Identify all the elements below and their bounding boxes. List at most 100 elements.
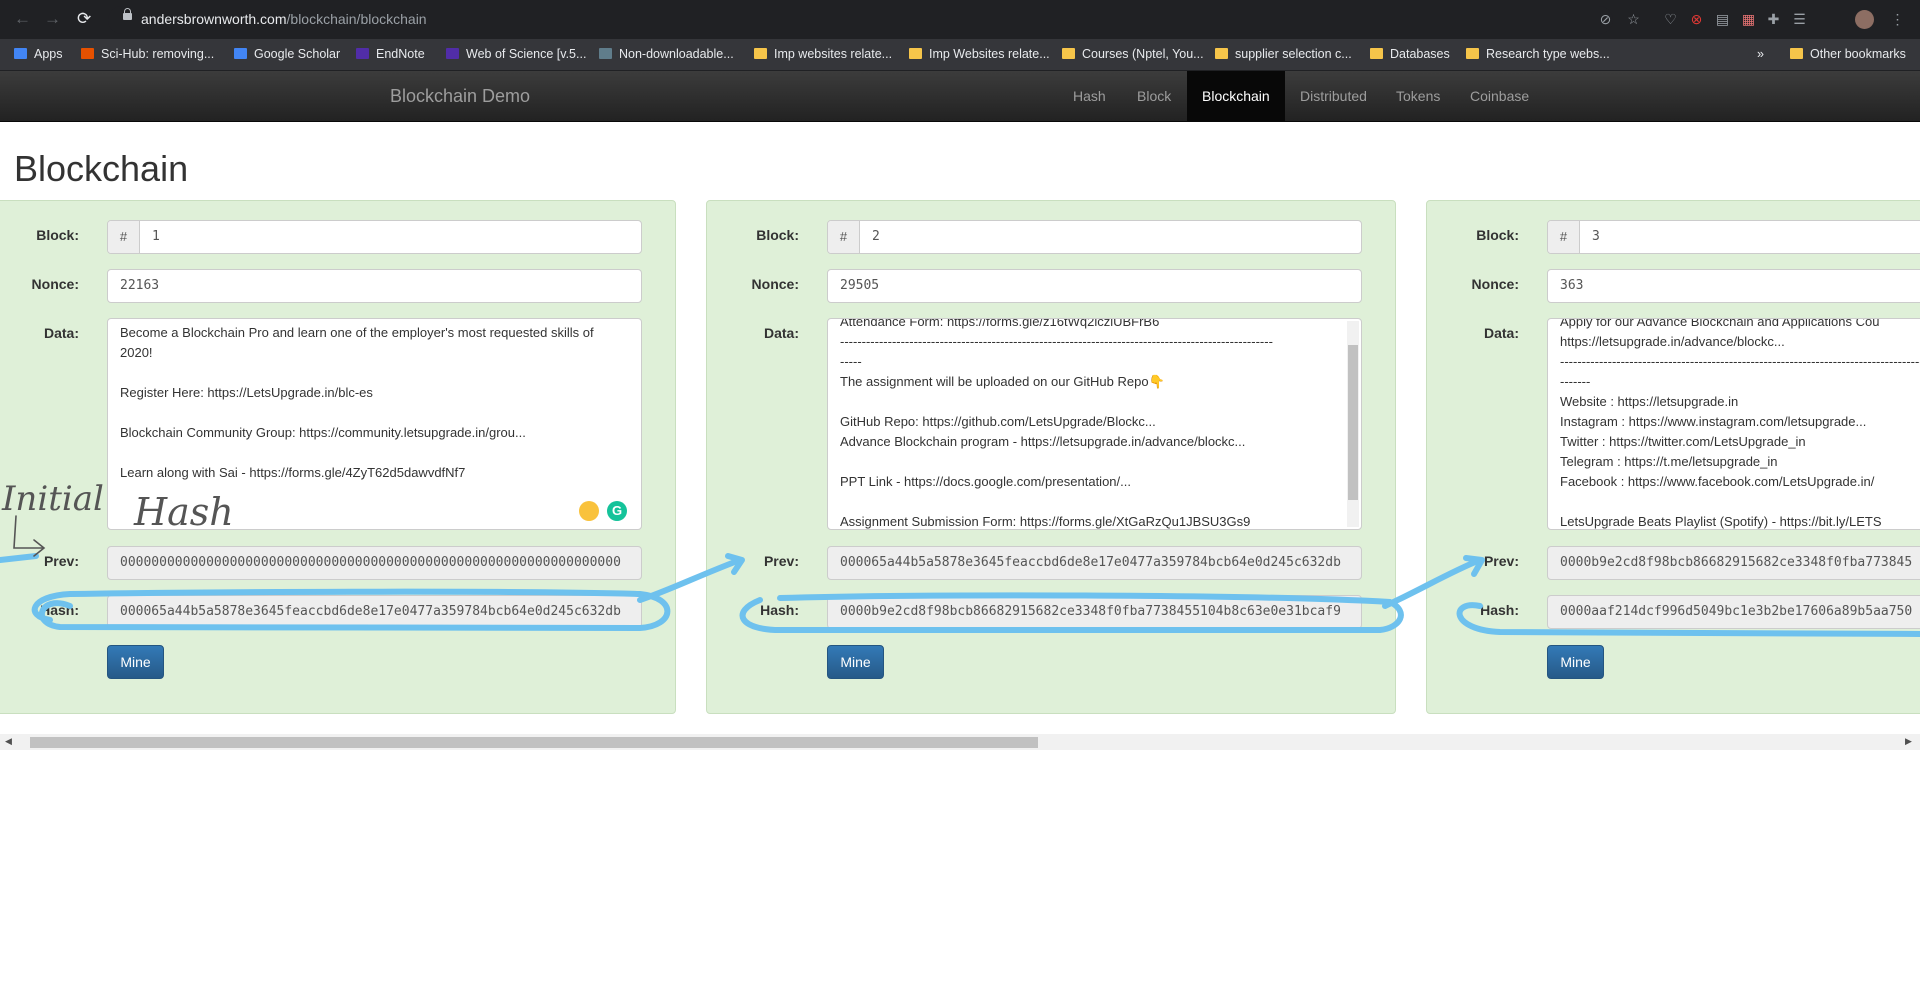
adblock-icon[interactable]: ⊗	[1688, 11, 1705, 28]
back-icon[interactable]: ←	[14, 9, 31, 29]
data-line: -----	[840, 354, 862, 369]
prev-label: Prev:	[1483, 553, 1519, 569]
folder-icon	[754, 48, 767, 59]
nav-distributed[interactable]: Distributed	[1285, 71, 1382, 121]
bookmark-imp-websites-1[interactable]: Imp websites relate...	[754, 47, 892, 61]
bookmark-label: Google Scholar	[254, 47, 341, 61]
horizontal-scrollbar[interactable]: ◀ ▶	[0, 734, 1920, 750]
bookmark-other[interactable]: Other bookmarks	[1790, 47, 1906, 61]
nav-hash[interactable]: Hash	[1058, 71, 1121, 121]
hash-label: Hash:	[760, 602, 799, 618]
hash-label: Hash:	[40, 602, 79, 618]
nonce-label: Nonce:	[1471, 276, 1519, 292]
grammarly-icon[interactable]: G	[607, 501, 627, 521]
scrollbar-thumb[interactable]	[30, 737, 1038, 748]
textarea-scrollbar[interactable]	[1347, 321, 1359, 527]
bookmark-supplier[interactable]: supplier selection c...	[1215, 47, 1352, 61]
page-icon	[599, 48, 612, 59]
url-domain: andersbrownworth.com	[141, 11, 287, 27]
kebab-menu-icon[interactable]: ⋮	[1889, 11, 1906, 28]
document-icon[interactable]: ▤	[1714, 11, 1731, 28]
bookmark-scholar[interactable]: Google Scholar	[234, 47, 340, 61]
hash-sign-addon: #	[108, 221, 140, 253]
mine-button[interactable]: Mine	[1547, 645, 1604, 679]
menu-list-icon[interactable]: ☰	[1791, 11, 1808, 28]
folder-icon	[1790, 48, 1803, 59]
nonce-input[interactable]: 29505	[827, 269, 1362, 303]
nav-block[interactable]: Block	[1122, 71, 1186, 121]
data-textarea[interactable]: Apply for our Advance Blockchain and App…	[1547, 318, 1920, 530]
hash-label: Hash:	[1480, 602, 1519, 618]
prev-label: Prev:	[43, 553, 79, 569]
bookmark-wos[interactable]: Web of Science [v.5...	[446, 47, 586, 61]
bookmark-label: Web of Science [v.5...	[466, 47, 587, 61]
prev-hash-field: 0000b9e2cd8f98bcb86682915682ce3348f0fba7…	[1547, 546, 1920, 580]
bookmark-nondownloadable[interactable]: Non-downloadable...	[599, 47, 734, 61]
bookmark-research[interactable]: Research type webs...	[1466, 47, 1610, 61]
data-label: Data:	[763, 325, 799, 341]
mine-button[interactable]: Mine	[827, 645, 884, 679]
bookmark-scihub[interactable]: Sci-Hub: removing...	[81, 47, 214, 61]
bookmark-endnote[interactable]: EndNote	[356, 47, 425, 61]
apps-grid-icon	[14, 48, 27, 59]
folder-icon	[1370, 48, 1383, 59]
endnote-icon	[356, 48, 369, 59]
prev-hash-field: 000065a44b5a5878e3645feaccbd6de8e17e0477…	[827, 546, 1362, 580]
block-number-field[interactable]: # 3	[1547, 220, 1920, 254]
prev-hash-field: 0000000000000000000000000000000000000000…	[107, 546, 642, 580]
folder-icon	[1215, 48, 1228, 59]
star-icon[interactable]: ☆	[1625, 11, 1642, 28]
reload-icon[interactable]: ⟳	[77, 9, 91, 29]
block-card-2: Block: # 2 Nonce: 29505 Data: Attendance…	[706, 200, 1396, 714]
pocket-icon[interactable]: ♡	[1662, 11, 1679, 28]
data-line: 2020!	[120, 345, 153, 360]
bookmark-label: Databases	[1390, 47, 1450, 61]
data-textarea[interactable]: Attendance Form: https://forms.gle/z16tW…	[827, 318, 1362, 530]
hash-field: 0000aaf214dcf996d5049bc1e3b2be17606a89b5…	[1547, 595, 1920, 629]
bookmark-label: Imp Websites relate...	[929, 47, 1050, 61]
extension-icon[interactable]: ▦	[1740, 11, 1757, 28]
tracking-icon[interactable]: ⊘	[1597, 11, 1614, 28]
puzzle-icon[interactable]: ✚	[1765, 11, 1782, 28]
data-line: ----------------------------------------…	[1560, 354, 1920, 369]
data-line	[1560, 492, 1920, 512]
data-line	[120, 403, 629, 423]
block-number-field[interactable]: # 2	[827, 220, 1362, 254]
browser-toolbar: ← → ⟳ andersbrownworth.com/blockchain/bl…	[0, 0, 1920, 39]
data-line: PPT Link - https://docs.google.com/prese…	[840, 474, 1131, 489]
nonce-input[interactable]: 22163	[107, 269, 642, 303]
data-line: Blockchain Community Group: https://comm…	[120, 425, 526, 440]
data-textarea[interactable]: Become a Blockchain Pro and learn one of…	[107, 318, 642, 530]
bookmark-label: Imp websites relate...	[774, 47, 893, 61]
nonce-input[interactable]: 363	[1547, 269, 1920, 303]
block-label: Block:	[1476, 227, 1519, 243]
data-line: LetsUpgrade Beats Playlist (Spotify) - h…	[1560, 514, 1882, 529]
brand[interactable]: Blockchain Demo	[390, 86, 530, 107]
scrollbar-thumb[interactable]	[1348, 345, 1358, 500]
block-label: Block:	[756, 227, 799, 243]
avatar[interactable]	[1855, 10, 1874, 29]
bookmark-courses[interactable]: Courses (Nptel, You...	[1062, 47, 1204, 61]
url-text[interactable]: andersbrownworth.com/blockchain/blockcha…	[141, 11, 427, 27]
lock-icon	[123, 8, 132, 20]
forward-icon[interactable]: →	[44, 9, 61, 29]
scroll-left-icon[interactable]: ◀	[5, 736, 12, 747]
bookmark-databases[interactable]: Databases	[1370, 47, 1450, 61]
block-number-field[interactable]: # 1	[107, 220, 642, 254]
mine-button[interactable]: Mine	[107, 645, 164, 679]
bookmark-apps[interactable]: Apps	[14, 47, 63, 61]
data-line: Twitter : https://twitter.com/LetsUpgrad…	[1560, 434, 1806, 449]
nav-tokens[interactable]: Tokens	[1381, 71, 1455, 121]
block-number-value: 2	[872, 229, 880, 244]
bookmark-imp-websites-2[interactable]: Imp Websites relate...	[909, 47, 1050, 61]
more-bookmarks-button[interactable]: »	[1757, 47, 1764, 61]
scroll-right-icon[interactable]: ▶	[1905, 736, 1912, 747]
data-line: Assignment Submission Form: https://form…	[840, 514, 1251, 529]
emoji-icon[interactable]	[579, 501, 599, 521]
data-label: Data:	[43, 325, 79, 341]
nav-coinbase[interactable]: Coinbase	[1455, 71, 1544, 121]
data-line: Instagram : https://www.instagram.com/le…	[1560, 414, 1867, 429]
bookmark-label: Apps	[34, 47, 63, 61]
data-label: Data:	[1483, 325, 1519, 341]
nav-blockchain[interactable]: Blockchain	[1187, 71, 1285, 121]
